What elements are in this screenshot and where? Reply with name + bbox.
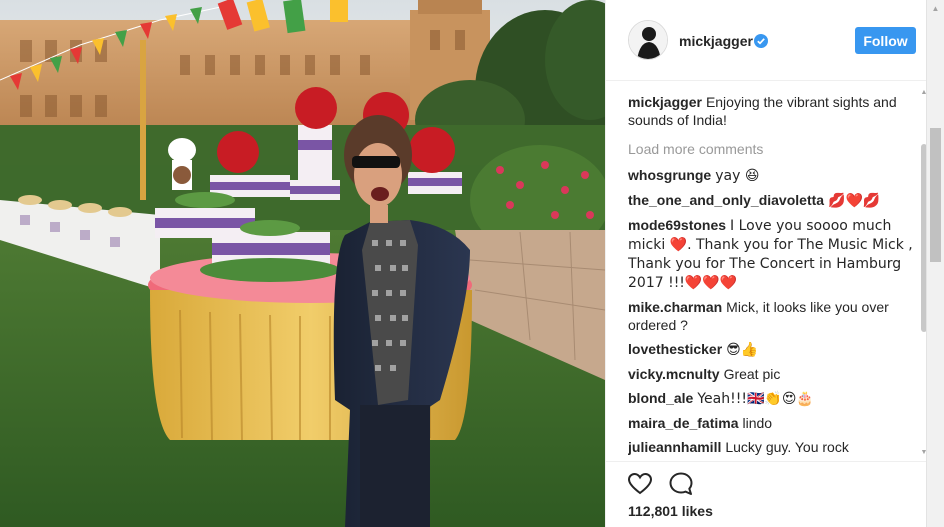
comment-username[interactable]: vicky.mcnulty <box>628 366 720 382</box>
comment-text: Yeah!!!🇬🇧👏😍🎂 <box>697 391 814 407</box>
photo-scene <box>0 0 605 527</box>
comment-username[interactable]: mike.charman <box>628 299 722 315</box>
comment-username[interactable]: the_one_and_only_diavoletta <box>628 192 824 208</box>
comment-username[interactable]: mode69stones <box>628 217 726 233</box>
like-button[interactable] <box>626 470 654 498</box>
comment-text: 😎👍 <box>726 342 759 358</box>
comment-item: the_one_and_only_diavoletta 💋❤️💋 <box>628 191 915 210</box>
avatar[interactable] <box>628 20 668 60</box>
comment-item: mike.charman Mick, it looks like you over… <box>628 298 915 334</box>
page-scroll-thumb[interactable] <box>930 128 941 262</box>
comment-item: blond_ale Yeah!!!🇬🇧👏😍🎂 <box>628 389 915 408</box>
comment-item: julieannhamillLucky guy. You rock handso… <box>628 438 915 460</box>
comment-text: Great pic <box>723 366 781 382</box>
comment-item: whosgrunge yay 😆 <box>628 166 915 185</box>
comment-text: yay 😆 <box>715 168 760 184</box>
page-scroll-up-arrow-icon[interactable]: ▲ <box>927 0 944 17</box>
post-details-panel: mickjagger Follow mickjagger Enjoying the… <box>605 0 933 527</box>
page-scrollbar[interactable]: ▲ <box>926 0 944 527</box>
follow-button[interactable]: Follow <box>855 27 916 54</box>
load-more-comments-link[interactable]: Load more comments <box>628 140 915 158</box>
comment-username[interactable]: whosgrunge <box>628 167 711 183</box>
comment-username[interactable]: lovethesticker <box>628 341 722 357</box>
post-photo[interactable] <box>0 0 605 527</box>
post-header: mickjagger Follow <box>606 0 933 81</box>
comment-item: lovethesticker 😎👍 <box>628 340 915 359</box>
comment-item: vicky.mcnulty Great pic <box>628 365 915 383</box>
comment-username[interactable]: maira_de_fatima <box>628 415 739 431</box>
avatar-image <box>629 21 667 59</box>
comment-text: 💋❤️💋 <box>828 193 881 209</box>
post-caption: mickjagger Enjoying the vibrant sights an… <box>628 93 915 129</box>
caption-username[interactable]: mickjagger <box>628 94 702 110</box>
speech-bubble-icon <box>669 472 693 495</box>
likes-count[interactable]: 112,801 likes <box>628 503 713 519</box>
verified-badge-icon <box>754 34 768 48</box>
post-author-username[interactable]: mickjagger <box>679 33 753 49</box>
comment-button[interactable] <box>667 470 695 498</box>
heart-outline-icon <box>627 472 653 495</box>
comments-list: mickjagger Enjoying the vibrant sights an… <box>628 93 915 460</box>
comment-username[interactable]: blond_ale <box>628 390 693 406</box>
comment-text: lindo <box>742 415 773 431</box>
comment-item: maira_de_fatima lindo <box>628 414 915 432</box>
post-actions: 112,801 likes <box>606 461 933 527</box>
comment-username[interactable]: julieannhamill <box>628 439 721 455</box>
comment-item: mode69stones I Love you soooo much micki … <box>628 216 915 292</box>
